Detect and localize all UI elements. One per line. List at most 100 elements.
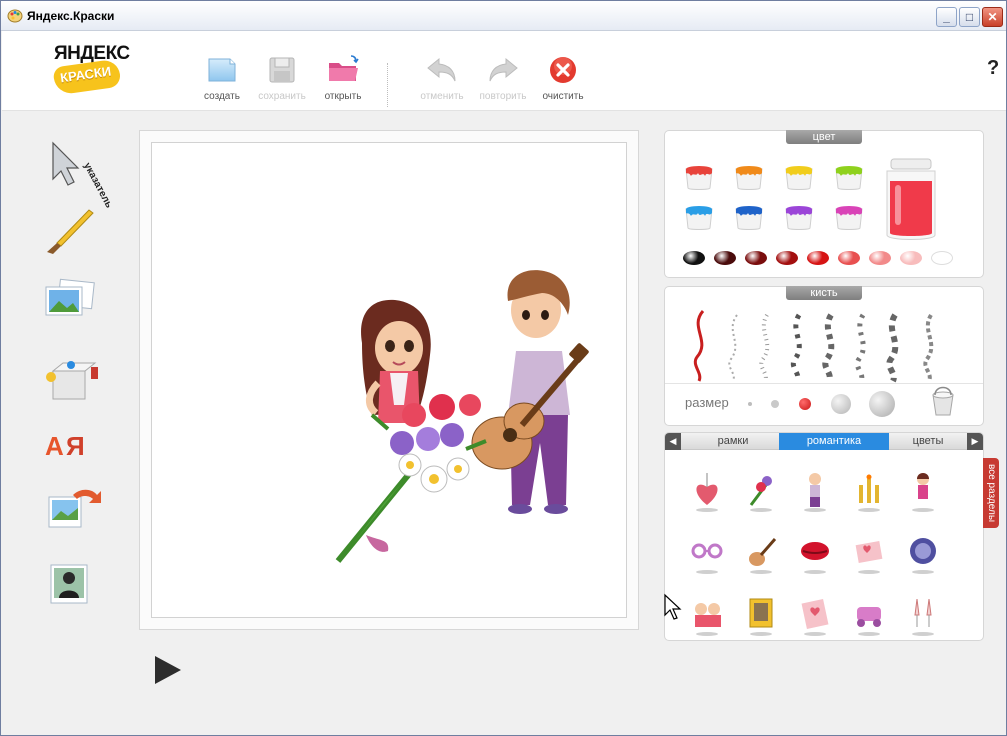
size-option-1[interactable] xyxy=(748,402,752,406)
color-swatch-7[interactable] xyxy=(869,251,891,265)
brush-chain[interactable] xyxy=(923,313,934,382)
category-prev-arrow-icon[interactable]: ◀ xyxy=(665,433,681,450)
redo-label: повторить xyxy=(479,91,527,102)
redo-button[interactable]: повторить xyxy=(472,53,534,107)
category-next-arrow-icon[interactable]: ▶ xyxy=(967,433,983,450)
size-option-3-selected[interactable] xyxy=(799,398,811,410)
palette-app-icon xyxy=(7,9,23,23)
paint-jar-3[interactable] xyxy=(783,161,815,191)
sticker-15[interactable] xyxy=(903,593,943,637)
color-swatch-9[interactable] xyxy=(931,251,953,265)
paint-jar-5[interactable] xyxy=(683,201,715,231)
brush-stars[interactable] xyxy=(886,313,899,383)
mouse-cursor-icon xyxy=(664,593,682,620)
photos-icon xyxy=(45,278,95,316)
color-swatch-6[interactable] xyxy=(838,251,860,265)
portrait-tool[interactable] xyxy=(41,561,103,611)
sticker-2[interactable] xyxy=(741,469,781,513)
girl-sticker xyxy=(361,299,431,423)
sticker-3[interactable] xyxy=(795,469,835,513)
maximize-button[interactable]: □ xyxy=(959,7,980,27)
category-bar: ◀ рамки романтика цветы ▶ xyxy=(665,433,983,450)
sticker-box-icon xyxy=(46,361,98,400)
brush-panel: кисть размер xyxy=(664,286,984,426)
drawing-canvas[interactable] xyxy=(151,142,627,618)
size-option-2[interactable] xyxy=(771,400,779,408)
brush-hearts[interactable] xyxy=(790,313,802,383)
close-icon: ✕ xyxy=(987,10,998,24)
category-frames[interactable]: рамки xyxy=(687,433,779,450)
size-option-5[interactable] xyxy=(869,391,895,417)
create-button[interactable]: создать xyxy=(191,53,253,107)
paint-jar-7[interactable] xyxy=(783,201,815,231)
photo-arrow-icon xyxy=(48,489,101,528)
color-swatch-4[interactable] xyxy=(776,251,798,265)
pointer-tool[interactable]: указатель xyxy=(41,139,127,210)
brush-panel-divider xyxy=(665,383,983,384)
brush-tool[interactable] xyxy=(41,206,103,256)
color-swatch-8[interactable] xyxy=(900,251,922,265)
color-swatch-2[interactable] xyxy=(714,251,736,265)
sticker-11[interactable] xyxy=(687,593,727,637)
all-sections-tab[interactable]: все разделы xyxy=(983,458,999,528)
paintbrush-icon xyxy=(47,209,94,254)
play-icon[interactable] xyxy=(153,655,183,685)
sticker-14[interactable] xyxy=(849,593,889,637)
save-disk-icon xyxy=(269,57,295,83)
color-swatch-3[interactable] xyxy=(745,251,767,265)
close-button[interactable]: ✕ xyxy=(982,7,1003,27)
open-button[interactable]: открыть xyxy=(312,53,374,107)
text-letters-icon: А Я xyxy=(45,431,85,461)
size-option-4[interactable] xyxy=(831,394,851,414)
photo-rotate-tool[interactable] xyxy=(41,483,103,533)
category-flowers[interactable]: цветы xyxy=(889,433,967,450)
paint-bucket-icon[interactable] xyxy=(927,385,961,419)
sticker-13[interactable] xyxy=(795,593,835,637)
sticker-6[interactable] xyxy=(687,531,727,575)
undo-button[interactable]: отменить xyxy=(411,53,473,107)
clear-x-icon xyxy=(550,57,576,83)
category-romance[interactable]: романтика xyxy=(779,433,889,450)
clear-label: очистить xyxy=(542,91,584,102)
clear-button[interactable]: очистить xyxy=(532,53,594,107)
brush-flowers[interactable] xyxy=(822,313,835,383)
sticker-10[interactable] xyxy=(903,531,943,575)
stickers-panel: ◀ рамки романтика цветы ▶ xyxy=(664,432,984,641)
new-page-icon xyxy=(208,58,236,82)
brush-sparkle[interactable] xyxy=(759,313,770,382)
brush-squares[interactable] xyxy=(854,313,866,383)
open-folder-icon xyxy=(329,55,359,81)
color-panel: цвет xyxy=(664,130,984,278)
sticker-8[interactable] xyxy=(795,531,835,575)
help-button[interactable]: ? xyxy=(987,57,999,80)
text-tool[interactable]: А Я xyxy=(41,425,103,475)
minimize-button[interactable]: _ xyxy=(936,7,957,27)
paint-jar-4[interactable] xyxy=(833,161,865,191)
color-swatch-5[interactable] xyxy=(807,251,829,265)
color-swatch-1[interactable] xyxy=(683,251,705,265)
sticker-9[interactable] xyxy=(849,531,889,575)
save-button[interactable]: сохранить xyxy=(251,53,313,107)
stickers-box-tool[interactable] xyxy=(41,353,103,403)
yandex-kraski-logo[interactable]: ЯНДЕКС КРАСКИ xyxy=(52,43,130,99)
title-bar[interactable]: Яндекс.Краски _ □ ✕ xyxy=(1,1,1006,31)
sticker-1[interactable] xyxy=(687,469,727,513)
svg-text:Я: Я xyxy=(66,431,85,461)
sticker-7[interactable] xyxy=(741,531,781,575)
create-label: создать xyxy=(204,91,240,102)
paint-jar-8[interactable] xyxy=(833,201,865,231)
big-paint-jar[interactable] xyxy=(883,157,939,243)
brush-dotted[interactable] xyxy=(728,314,738,382)
paint-jar-1[interactable] xyxy=(683,161,715,191)
sticker-4[interactable] xyxy=(849,469,889,513)
size-label: размер xyxy=(685,395,729,410)
paint-jar-6[interactable] xyxy=(733,201,765,231)
sticker-5[interactable] xyxy=(903,469,943,513)
sticker-12[interactable] xyxy=(741,593,781,637)
window-title: Яндекс.Краски xyxy=(27,9,115,23)
brush-solid-red[interactable] xyxy=(693,310,705,382)
photo-insert-tool[interactable] xyxy=(41,277,103,327)
minimize-icon: _ xyxy=(943,10,950,24)
undo-arrow-icon xyxy=(427,57,456,82)
paint-jar-2[interactable] xyxy=(733,161,765,191)
